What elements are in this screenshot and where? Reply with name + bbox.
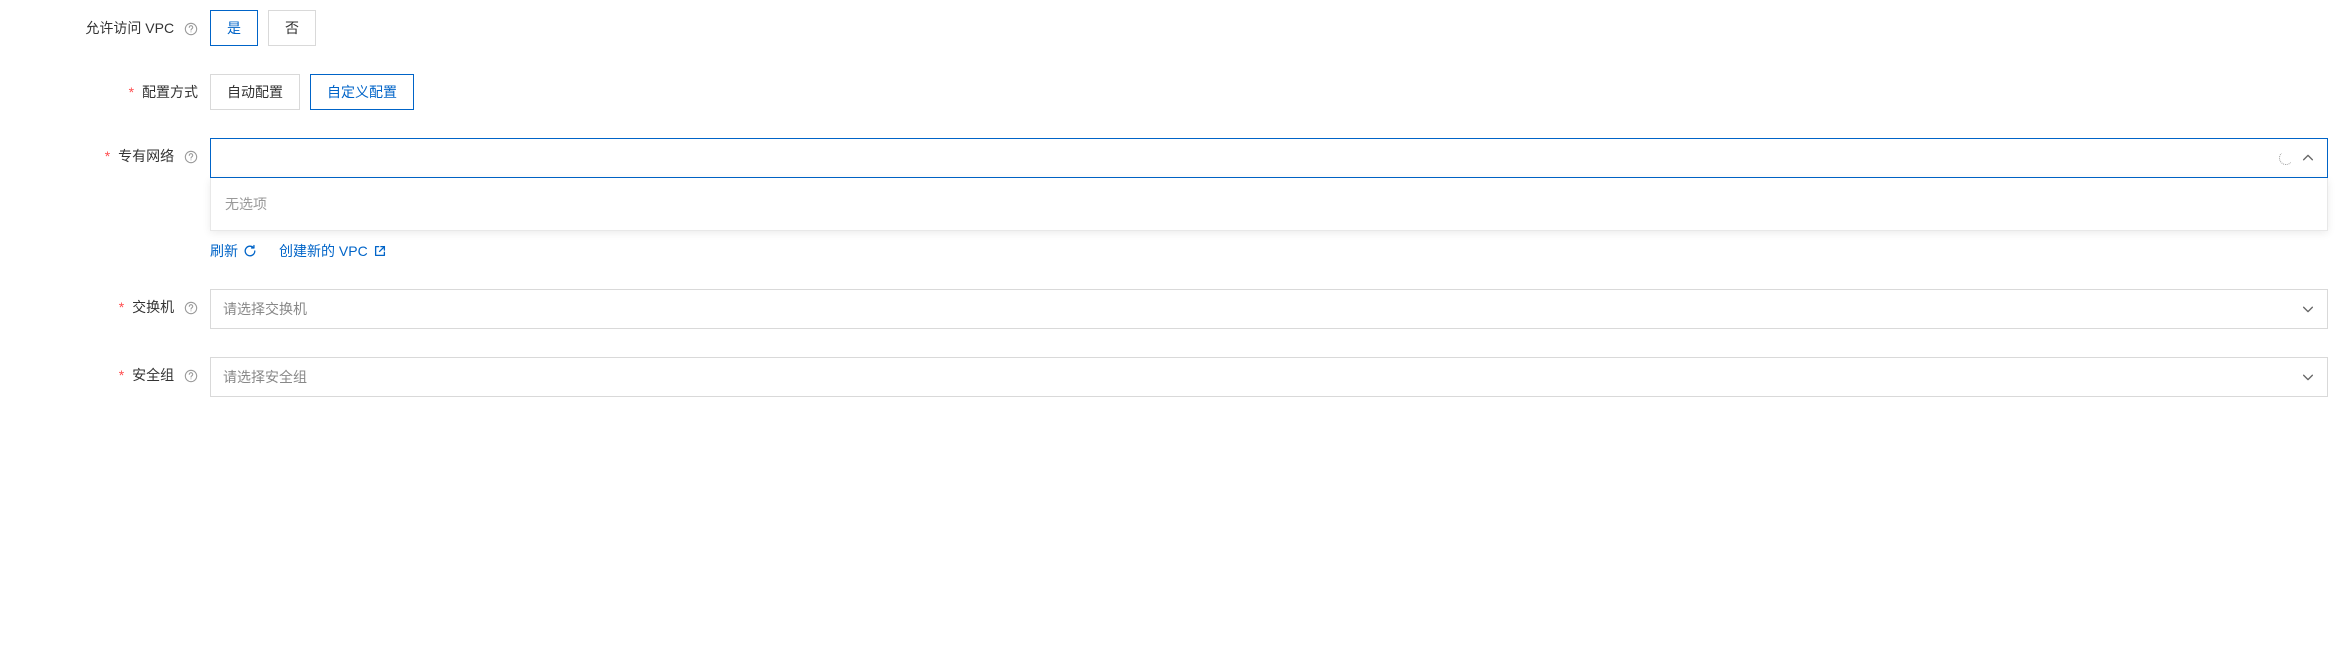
security-group-select[interactable]: 请选择安全组 <box>210 357 2328 397</box>
help-icon[interactable] <box>184 150 198 164</box>
help-icon[interactable] <box>184 301 198 315</box>
vpc-row: * 专有网络 无选项 <box>20 138 2328 261</box>
vswitch-control: 请选择交换机 <box>210 289 2328 329</box>
required-asterisk: * <box>105 148 110 164</box>
chevron-up-icon <box>2301 151 2315 165</box>
label-text: 配置方式 <box>142 84 198 100</box>
refresh-link[interactable]: 刷新 <box>210 241 257 261</box>
allow-vpc-yes-button[interactable]: 是 <box>210 10 258 46</box>
create-vpc-link-text: 创建新的 VPC <box>279 241 368 261</box>
create-vpc-link[interactable]: 创建新的 VPC <box>279 241 387 261</box>
vswitch-label: * 交换机 <box>20 289 210 317</box>
label-text: 允许访问 VPC <box>85 20 174 36</box>
label-text: 专有网络 <box>118 148 174 164</box>
security-group-control: 请选择安全组 <box>210 357 2328 397</box>
security-group-label: * 安全组 <box>20 357 210 385</box>
allow-vpc-control: 是 否 <box>210 10 2328 46</box>
allow-vpc-no-button[interactable]: 否 <box>268 10 316 46</box>
config-mode-radio-group: 自动配置 自定义配置 <box>210 74 2328 110</box>
vpc-label: * 专有网络 <box>20 138 210 166</box>
vpc-dropdown-empty: 无选项 <box>211 178 2327 230</box>
config-mode-control: 自动配置 自定义配置 <box>210 74 2328 110</box>
refresh-link-text: 刷新 <box>210 241 238 261</box>
chevron-down-icon <box>2301 302 2315 316</box>
chevron-down-icon <box>2301 370 2315 384</box>
required-asterisk: * <box>129 84 134 100</box>
vpc-select[interactable] <box>210 138 2328 178</box>
required-asterisk: * <box>119 367 124 383</box>
loading-spinner-icon <box>2279 151 2293 165</box>
help-icon[interactable] <box>184 22 198 36</box>
external-link-icon <box>373 244 387 258</box>
vswitch-placeholder: 请选择交换机 <box>223 299 307 319</box>
security-group-row: * 安全组 请选择安全组 <box>20 357 2328 397</box>
allow-vpc-row: 允许访问 VPC 是 否 <box>20 10 2328 46</box>
vpc-action-links: 刷新 创建新的 VPC <box>210 241 2328 261</box>
vswitch-select-icons <box>2301 302 2315 316</box>
vswitch-select[interactable]: 请选择交换机 <box>210 289 2328 329</box>
vswitch-row: * 交换机 请选择交换机 <box>20 289 2328 329</box>
allow-vpc-radio-group: 是 否 <box>210 10 2328 46</box>
config-auto-button[interactable]: 自动配置 <box>210 74 300 110</box>
vpc-select-wrapper: 无选项 <box>210 138 2328 231</box>
config-custom-button[interactable]: 自定义配置 <box>310 74 414 110</box>
security-group-select-icons <box>2301 370 2315 384</box>
label-text: 交换机 <box>132 299 174 315</box>
security-group-placeholder: 请选择安全组 <box>223 367 307 387</box>
help-icon[interactable] <box>184 369 198 383</box>
label-text: 安全组 <box>132 367 174 383</box>
vpc-select-icons <box>2279 151 2315 165</box>
vpc-control: 无选项 刷新 创建新的 VPC <box>210 138 2328 261</box>
config-mode-row: * 配置方式 自动配置 自定义配置 <box>20 74 2328 110</box>
refresh-icon <box>243 244 257 258</box>
allow-vpc-label: 允许访问 VPC <box>20 10 210 38</box>
config-mode-label: * 配置方式 <box>20 74 210 102</box>
required-asterisk: * <box>119 299 124 315</box>
vpc-dropdown-panel: 无选项 <box>210 178 2328 231</box>
